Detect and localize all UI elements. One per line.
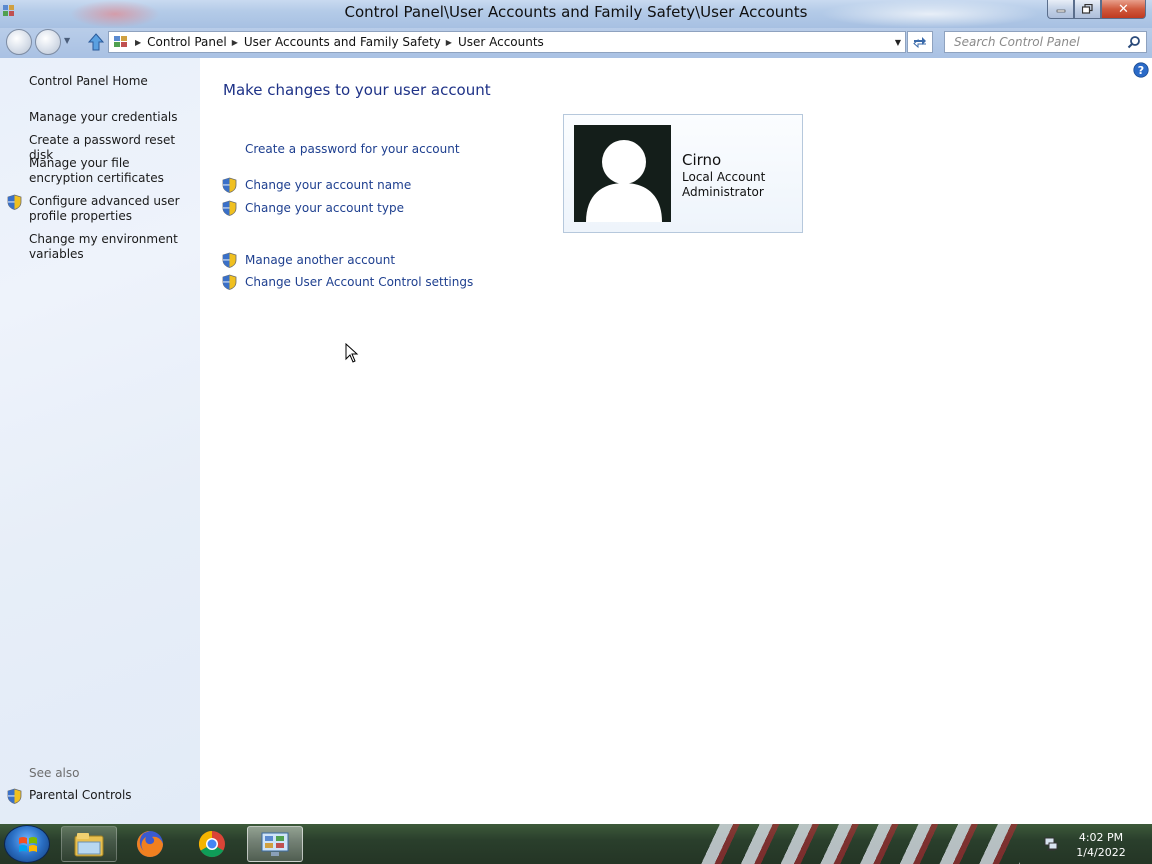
search-icon[interactable] xyxy=(1127,35,1141,49)
refresh-button[interactable] xyxy=(907,31,933,53)
change-account-type-link[interactable]: Change your account type xyxy=(245,201,404,215)
address-bar[interactable]: ▶ Control Panel ▶ User Accounts and Fami… xyxy=(108,31,906,53)
svg-text:?: ? xyxy=(1138,64,1144,77)
sidebar-item-control-panel-home[interactable]: Control Panel Home xyxy=(29,74,194,89)
avatar xyxy=(574,125,671,222)
uac-shield-icon xyxy=(222,177,237,193)
uac-shield-icon xyxy=(7,788,22,804)
window-title: Control Panel\User Accounts and Family S… xyxy=(344,3,808,21)
navigation-bar: ▼ ▶ Control Panel ▶ User Accounts and Fa… xyxy=(0,28,1152,58)
close-button[interactable]: ✕ xyxy=(1101,0,1146,19)
taskbar: 4:02 PM 1/4/2022 xyxy=(0,824,1152,864)
restore-button[interactable] xyxy=(1074,0,1101,19)
clock-date: 1/4/2022 xyxy=(1076,846,1126,859)
clock-time: 4:02 PM xyxy=(1078,831,1124,844)
uac-shield-icon xyxy=(7,194,22,210)
minimize-button[interactable] xyxy=(1047,0,1074,19)
create-password-link[interactable]: Create a password for your account xyxy=(245,142,460,156)
windows-logo-icon xyxy=(19,837,37,852)
taskbar-explorer-button[interactable] xyxy=(61,826,117,862)
manage-another-account-link[interactable]: Manage another account xyxy=(245,253,395,267)
close-icon: ✕ xyxy=(1118,1,1129,17)
breadcrumb-user-accounts[interactable]: User Accounts xyxy=(458,35,544,49)
sidebar-item-environment-variables[interactable]: Change my environment variables xyxy=(29,232,194,262)
sidebar-item-manage-credentials[interactable]: Manage your credentials xyxy=(29,110,194,125)
account-card: Cirno Local Account Administrator xyxy=(563,114,803,233)
see-also-heading: See also xyxy=(29,766,80,780)
minimize-icon xyxy=(1056,9,1065,13)
restore-icon xyxy=(1082,4,1093,14)
network-icon[interactable] xyxy=(1043,836,1059,852)
account-name: Cirno xyxy=(682,151,722,169)
start-button[interactable] xyxy=(4,825,50,863)
page-title: Make changes to your user account xyxy=(223,81,491,99)
taskbar-chrome-button[interactable] xyxy=(184,826,240,862)
mouse-cursor-icon xyxy=(345,343,359,363)
account-role: Administrator xyxy=(682,185,764,199)
taskbar-control-panel-button[interactable] xyxy=(247,826,303,862)
address-dropdown-icon[interactable]: ▼ xyxy=(895,38,901,47)
uac-shield-icon xyxy=(222,200,237,216)
control-panel-icon xyxy=(261,832,289,856)
window-controls: ✕ xyxy=(1047,0,1146,19)
breadcrumb-separator-icon[interactable]: ▶ xyxy=(232,38,238,47)
uac-shield-icon xyxy=(222,274,237,290)
main-content-pane: ? Make changes to your user account Crea… xyxy=(200,58,1152,824)
back-button[interactable] xyxy=(6,29,32,55)
firefox-icon xyxy=(137,831,163,857)
refresh-icon xyxy=(913,37,926,49)
left-navigation-pane: Control Panel Home Manage your credentia… xyxy=(0,58,200,824)
change-uac-settings-link[interactable]: Change User Account Control settings xyxy=(245,275,473,289)
forward-button[interactable] xyxy=(35,29,61,55)
sidebar-item-advanced-profile-properties[interactable]: Configure advanced user profile properti… xyxy=(29,194,194,224)
user-silhouette-icon xyxy=(586,140,662,222)
search-input[interactable]: Search Control Panel xyxy=(944,31,1147,53)
control-panel-icon xyxy=(114,36,127,47)
account-type: Local Account xyxy=(682,170,766,184)
breadcrumb-user-accounts-family-safety[interactable]: User Accounts and Family Safety xyxy=(244,35,441,49)
uac-shield-icon xyxy=(222,252,237,268)
system-clock[interactable]: 4:02 PM 1/4/2022 xyxy=(1066,830,1136,860)
search-placeholder: Search Control Panel xyxy=(954,35,1080,49)
breadcrumb-control-panel[interactable]: Control Panel xyxy=(147,35,227,49)
folder-icon xyxy=(74,833,104,857)
sidebar-item-parental-controls[interactable]: Parental Controls xyxy=(29,788,194,803)
chrome-icon xyxy=(198,830,225,858)
title-bar: Control Panel\User Accounts and Family S… xyxy=(0,0,1152,28)
sidebar-item-file-encryption-certificates[interactable]: Manage your file encryption certificates xyxy=(29,156,194,186)
taskbar-firefox-button[interactable] xyxy=(122,826,178,862)
breadcrumb-separator-icon[interactable]: ▶ xyxy=(135,38,141,47)
breadcrumb-separator-icon[interactable]: ▶ xyxy=(446,38,452,47)
up-arrow-icon[interactable] xyxy=(87,32,105,52)
recent-pages-chevron-icon[interactable]: ▼ xyxy=(64,36,70,45)
help-icon[interactable]: ? xyxy=(1133,62,1149,78)
change-account-name-link[interactable]: Change your account name xyxy=(245,178,411,192)
